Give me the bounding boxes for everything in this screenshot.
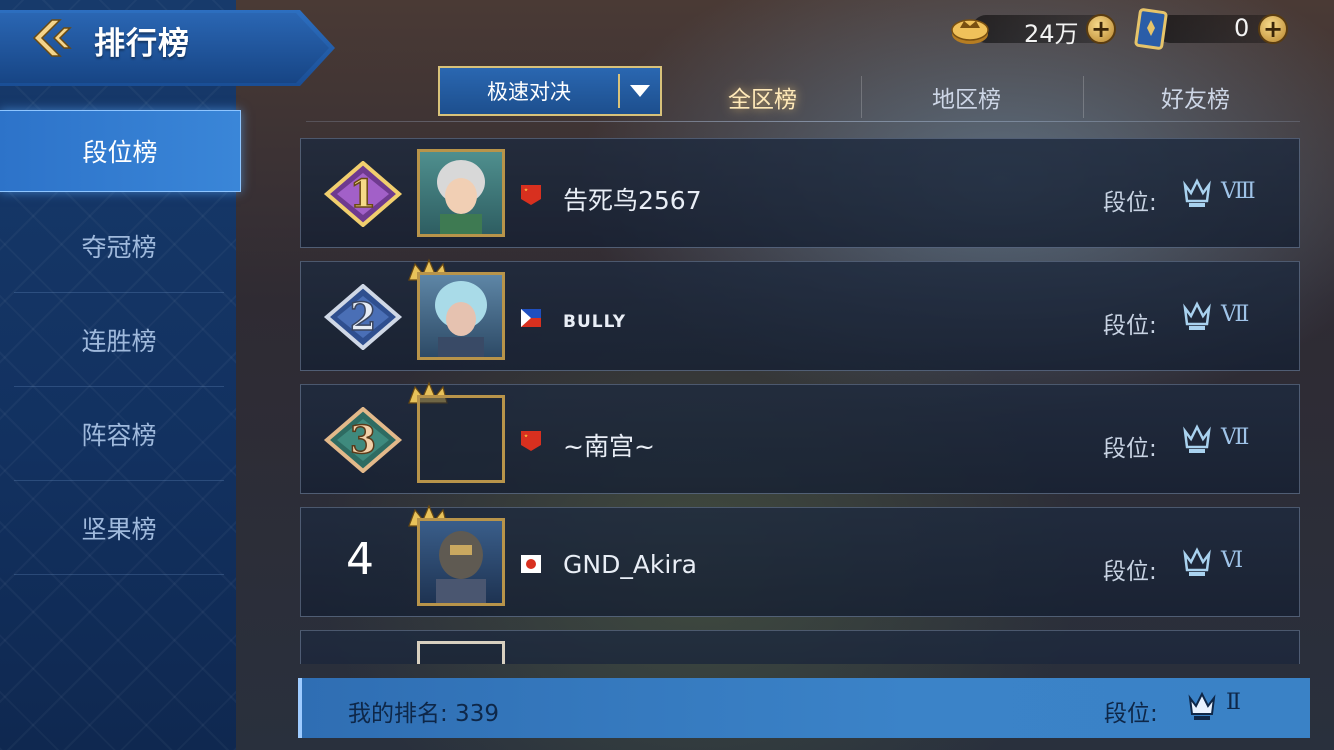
ticket-amount: 0 (1234, 14, 1250, 42)
sidebar-item-label: 段位榜 (82, 138, 158, 167)
my-rank-label: 我的排名: 339 (348, 701, 499, 727)
tier-crown-icon (1183, 301, 1211, 330)
rank-2-number: 2 (350, 294, 376, 339)
player-name: BULLY (563, 312, 627, 332)
table-row[interactable]: 1 告死鸟2567 段位: Ⅷ (300, 138, 1300, 248)
add-gold-button[interactable]: + (1086, 14, 1116, 44)
player-name: ~南宫~ (563, 432, 655, 461)
tier-label: 段位: (1104, 701, 1158, 727)
table-row[interactable]: 2 BULLY 段位: Ⅶ (300, 258, 1300, 371)
rank-3-badge-icon: 3 (323, 407, 403, 473)
sidebar-item-label: 阵容榜 (81, 421, 157, 450)
sidebar-item-label: 连胜榜 (81, 327, 157, 356)
leaderboard-list[interactable]: 1 告死鸟2567 段位: Ⅷ 2 BULLY 段位: Ⅶ 3 ~南宫~ 段位:… (300, 136, 1302, 664)
back-button[interactable] (28, 14, 76, 62)
china-flag-icon (521, 431, 541, 451)
table-row[interactable]: 3 ~南宫~ 段位: Ⅶ (300, 381, 1300, 494)
sidebar-item-lineup-board[interactable]: 阵容榜 (14, 388, 224, 481)
avatar-portrait-icon (437, 160, 485, 234)
tier-crown-icon (1188, 691, 1216, 720)
tier-crown-icon (1183, 424, 1211, 453)
sidebar-item-champion-board[interactable]: 夺冠榜 (14, 200, 224, 293)
sidebar-item-rank-board[interactable]: 段位榜 (0, 110, 241, 192)
tier-label: 段位: (1103, 313, 1157, 339)
table-row[interactable] (300, 630, 1300, 664)
philippines-flag-icon (521, 309, 541, 327)
sidebar-item-nut-board[interactable]: 坚果榜 (14, 482, 224, 575)
tab-divider (861, 76, 862, 118)
ticket-card-icon (1134, 8, 1168, 50)
ticket-currency: 0 + (1134, 8, 1294, 50)
tier-value: Ⅷ (1221, 179, 1256, 204)
tier-value: Ⅱ (1226, 690, 1241, 715)
tab-divider (1083, 76, 1084, 118)
tier-value: Ⅶ (1221, 425, 1250, 450)
avatar-portrait-icon (435, 281, 487, 357)
tabs-underline (306, 121, 1300, 122)
sidebar-item-streak-board[interactable]: 连胜榜 (14, 294, 224, 387)
avatar[interactable] (417, 272, 505, 360)
mode-select[interactable]: 极速对决 (438, 66, 662, 116)
sidebar-item-label: 夺冠榜 (81, 233, 157, 262)
tab-local-region[interactable]: 地区榜 (932, 80, 1001, 114)
table-row[interactable]: 4 GND_Akira 段位: Ⅵ (300, 504, 1300, 617)
player-name: 告死鸟2567 (563, 186, 702, 215)
tier-label: 段位: (1103, 559, 1157, 585)
tier-crown-icon (1183, 547, 1211, 576)
tier-value: Ⅶ (1221, 302, 1250, 327)
my-rank-bar: 我的排名: 339 段位: Ⅱ (298, 678, 1310, 738)
gold-coin-icon (951, 19, 989, 44)
avatar-portrait-icon (436, 531, 486, 603)
tier-label: 段位: (1103, 436, 1157, 462)
dropdown-arrow[interactable] (620, 84, 660, 98)
avatar[interactable] (417, 641, 505, 664)
avatar[interactable] (417, 518, 505, 606)
rank-2-badge-icon: 2 (323, 284, 403, 350)
chevron-down-icon (630, 85, 650, 97)
tab-friends[interactable]: 好友榜 (1161, 80, 1230, 114)
avatar[interactable] (417, 149, 505, 237)
page-title: 排行榜 (94, 26, 190, 62)
tier-value: Ⅵ (1221, 548, 1244, 573)
gold-amount: 24万 (1024, 20, 1079, 48)
rank-1-number: 1 (350, 171, 376, 216)
china-flag-icon (521, 185, 541, 205)
tab-all-region[interactable]: 全区榜 (728, 80, 797, 114)
rank-3-number: 3 (350, 417, 376, 462)
back-arrow-icon (32, 19, 72, 57)
mode-select-value: 极速对决 (487, 80, 571, 104)
rank-number: 4 (346, 534, 374, 585)
tier-label: 段位: (1103, 190, 1157, 216)
player-name: GND_Akira (563, 550, 697, 579)
avatar[interactable] (417, 395, 505, 483)
rank-1-badge-icon: 1 (323, 161, 403, 227)
gold-currency: 24万 + (950, 12, 1120, 48)
add-ticket-button[interactable]: + (1258, 14, 1288, 44)
japan-flag-icon (521, 555, 541, 573)
sidebar-item-label: 坚果榜 (81, 515, 157, 544)
tier-crown-icon (1183, 178, 1211, 207)
